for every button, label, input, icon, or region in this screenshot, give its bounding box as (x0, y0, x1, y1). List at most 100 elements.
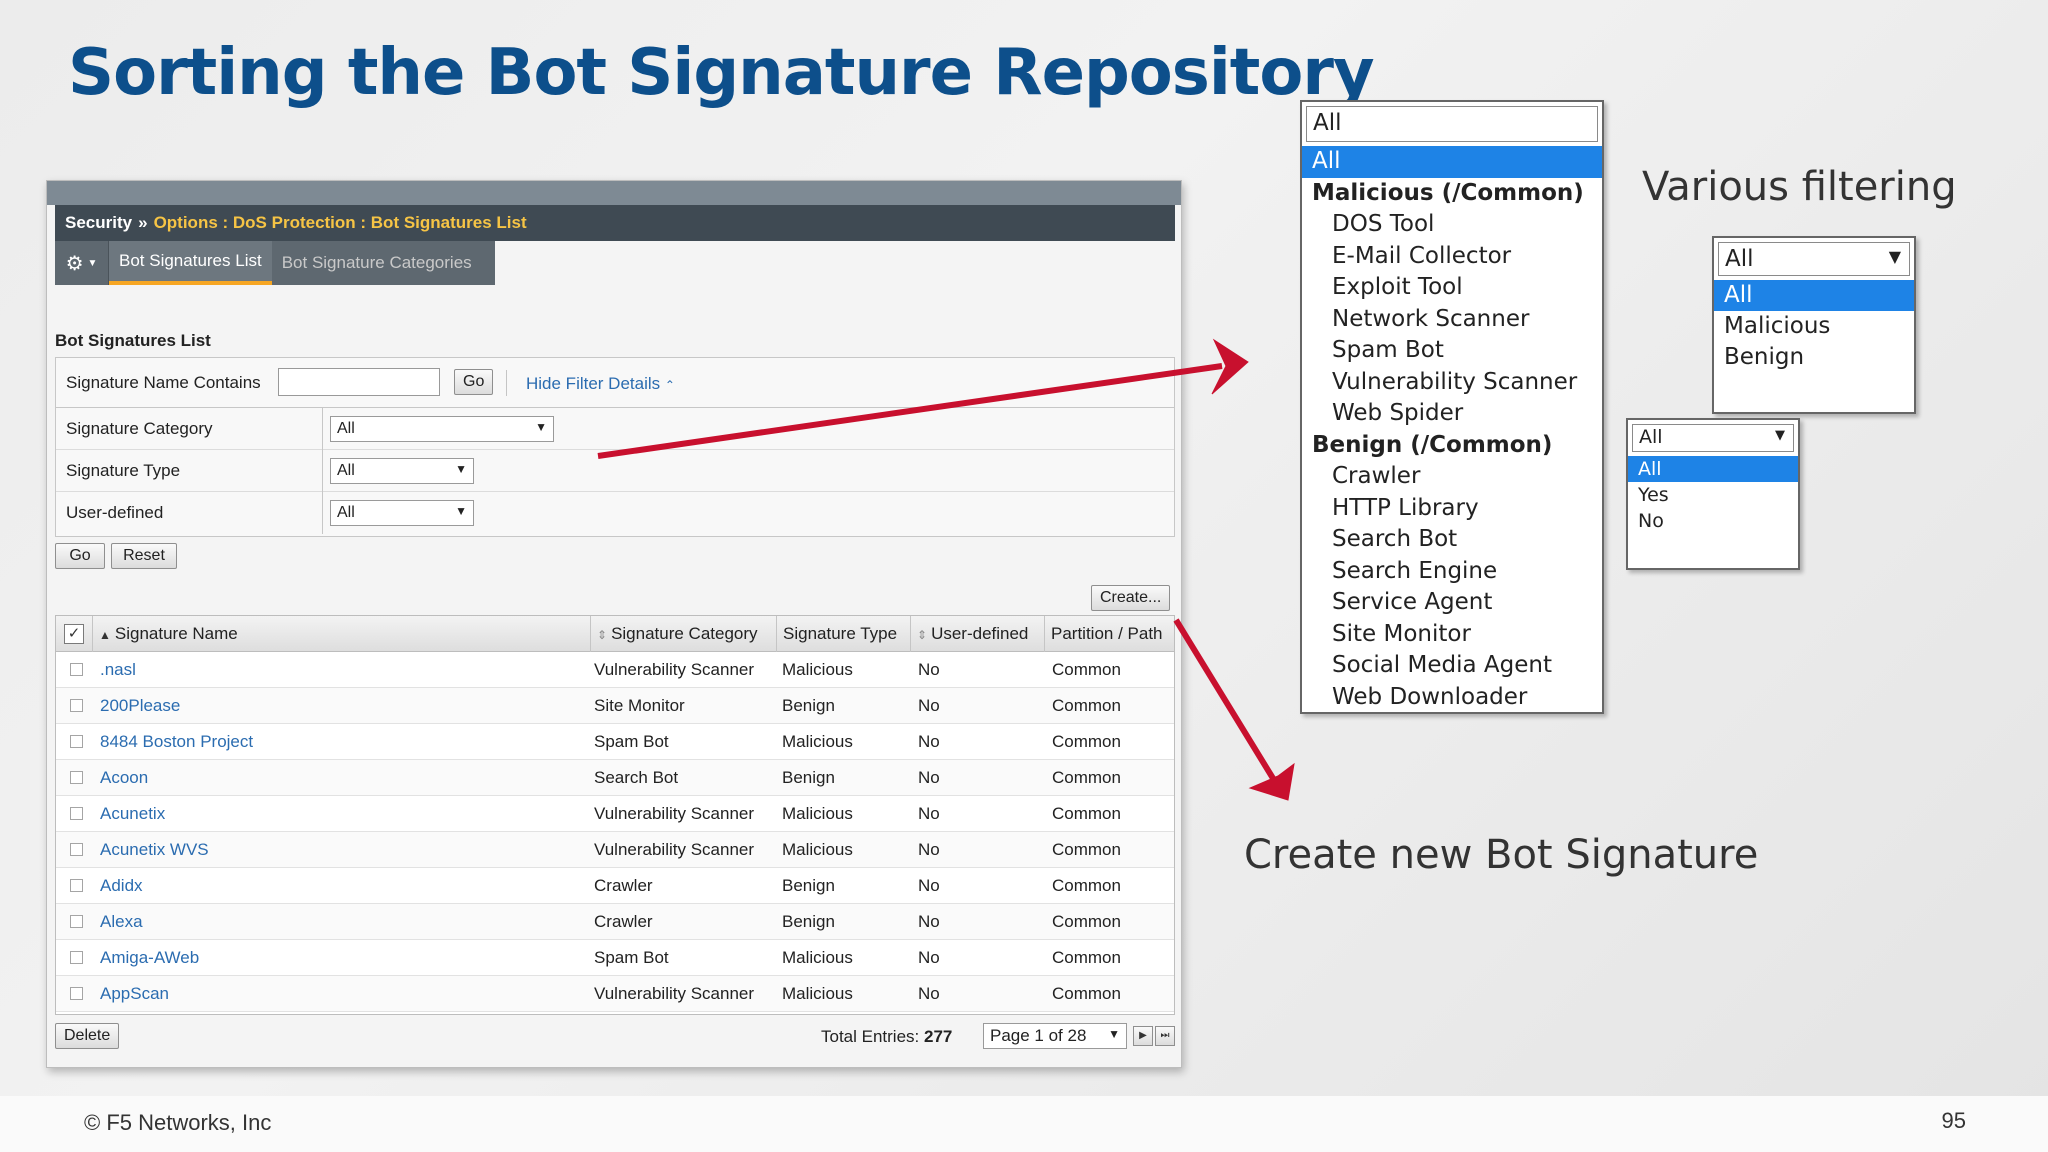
dropdown-option[interactable]: Search Engine (1302, 556, 1602, 588)
breadcrumb-root[interactable]: Security (65, 213, 132, 232)
partition-cell: Common (1052, 984, 1121, 1003)
signature-name-link[interactable]: 8484 Boston Project (100, 732, 253, 752)
column-header-user-defined[interactable]: ⇕ User-defined (910, 616, 1044, 652)
userdef-dropdown-current[interactable]: All ▼ (1632, 424, 1794, 452)
dropdown-option[interactable]: Spam Bot (1302, 335, 1602, 367)
page-select[interactable]: Page 1 of 28 ▼ (983, 1023, 1127, 1049)
gear-menu-button[interactable]: ⚙ ▼ (55, 241, 109, 285)
dropdown-option[interactable]: All (1714, 280, 1914, 311)
table-row: Acunetix WVS Vulnerability Scanner Malicio… (56, 832, 1174, 868)
dropdown-option[interactable]: Exploit Tool (1302, 272, 1602, 304)
category-dropdown-current[interactable]: All (1306, 106, 1598, 142)
signature-category-cell: Spam Bot (594, 948, 669, 967)
type-dropdown-current[interactable]: All ▼ (1718, 242, 1910, 276)
delete-button[interactable]: Delete (55, 1023, 120, 1049)
column-header-partition[interactable]: Partition / Path (1044, 616, 1176, 652)
next-page-button[interactable]: ▶ (1133, 1026, 1153, 1046)
dropdown-option[interactable]: Web Spider (1302, 398, 1602, 430)
signature-type-cell: Benign (782, 696, 835, 715)
signature-name-link[interactable]: Adidx (100, 876, 143, 896)
signature-type-cell: Benign (782, 768, 835, 787)
signature-category-select[interactable]: All ▼ (330, 416, 554, 442)
row-checkbox[interactable] (70, 843, 83, 856)
panel-topbar (47, 181, 1181, 205)
row-checkbox[interactable] (70, 771, 83, 784)
table-row: AppScan Vulnerability Scanner Malicious No C… (56, 976, 1174, 1012)
table-row: Acoon Search Bot Benign No Common (56, 760, 1174, 796)
category-dropdown-options: All Malicious (/Common) DOS Tool E-Mail Col… (1302, 146, 1602, 713)
signature-category-cell: Crawler (594, 876, 653, 895)
row-checkbox[interactable] (70, 987, 83, 1000)
dropdown-option[interactable]: Malicious (/Common) (1302, 178, 1602, 210)
last-page-icon: ⏭ (1160, 1030, 1170, 1041)
dropdown-option[interactable]: E-Mail Collector (1302, 241, 1602, 273)
dropdown-option[interactable]: Web Downloader (1302, 682, 1602, 714)
row-checkbox[interactable] (70, 735, 83, 748)
signature-name-input[interactable] (278, 368, 440, 396)
signature-name-link[interactable]: Amiga-AWeb (100, 948, 199, 968)
table-row: 200Please Site Monitor Benign No Common (56, 688, 1174, 724)
row-checkbox[interactable] (70, 915, 83, 928)
filter-reset-button[interactable]: Reset (111, 543, 177, 569)
signature-name-link[interactable]: AppScan (100, 984, 169, 1004)
dropdown-option[interactable]: Site Monitor (1302, 619, 1602, 651)
type-dropdown-current-label: All (1725, 246, 1754, 272)
dropdown-option[interactable]: Malicious (1714, 311, 1914, 342)
signature-name-link[interactable]: .nasl (100, 660, 136, 680)
column-label: Signature Name (114, 624, 238, 643)
signature-name-link[interactable]: 200Please (100, 696, 180, 716)
filter-name-go-button[interactable]: Go (454, 369, 494, 395)
signature-type-select[interactable]: All ▼ (330, 458, 474, 484)
dropdown-option[interactable]: Crawler (1302, 461, 1602, 493)
table-row: Alexa Crawler Benign No Common (56, 904, 1174, 940)
user-defined-select[interactable]: All ▼ (330, 500, 474, 526)
breadcrumb-path[interactable]: Options : DoS Protection : Bot Signature… (154, 213, 527, 232)
column-header-signature-type[interactable]: Signature Type (776, 616, 910, 652)
row-checkbox[interactable] (70, 951, 83, 964)
tab-bot-signatures-list[interactable]: Bot Signatures List (109, 241, 272, 285)
signature-name-link[interactable]: Acunetix WVS (100, 840, 209, 860)
select-all-checkbox[interactable]: ✓ (64, 624, 84, 644)
signature-name-link[interactable]: Alexa (100, 912, 143, 932)
dropdown-option[interactable]: DOS Tool (1302, 209, 1602, 241)
create-button[interactable]: Create... (1091, 585, 1171, 611)
dropdown-option[interactable]: HTTP Library (1302, 493, 1602, 525)
hide-filter-details-link[interactable]: Hide Filter Details ⌃ (526, 374, 675, 394)
breadcrumb-separator: » (138, 213, 148, 232)
dropdown-option[interactable]: No (1628, 508, 1798, 534)
dropdown-option[interactable]: Yes (1628, 482, 1798, 508)
next-page-icon: ▶ (1139, 1030, 1147, 1041)
signature-name-link[interactable]: Acoon (100, 768, 148, 788)
tab-bot-signature-categories[interactable]: Bot Signature Categories (272, 241, 482, 285)
table-body: .nasl Vulnerability Scanner Malicious No Com… (56, 652, 1174, 1012)
filter-go-button[interactable]: Go (55, 543, 105, 569)
row-checkbox[interactable] (70, 699, 83, 712)
row-checkbox[interactable] (70, 663, 83, 676)
column-header-signature-name[interactable]: ▲ Signature Name (92, 616, 466, 652)
user-defined-cell: No (918, 660, 940, 679)
divider (506, 370, 507, 396)
signature-name-link[interactable]: Acunetix (100, 804, 165, 824)
dropdown-option[interactable]: Network Scanner (1302, 304, 1602, 336)
chevron-down-icon: ▼ (87, 257, 98, 269)
dropdown-option[interactable]: Vulnerability Scanner (1302, 367, 1602, 399)
partition-cell: Common (1052, 804, 1121, 823)
dropdown-option[interactable]: Benign (1714, 342, 1914, 373)
dropdown-option[interactable]: Benign (/Common) (1302, 430, 1602, 462)
divider (322, 450, 323, 492)
row-checkbox[interactable] (70, 879, 83, 892)
table-footer: Delete Total Entries: 277 Page 1 of 28 ▼ … (55, 1023, 1175, 1053)
dropdown-option[interactable]: All (1628, 456, 1798, 482)
row-checkbox[interactable] (70, 807, 83, 820)
dropdown-option[interactable]: All (1302, 146, 1602, 178)
dropdown-option[interactable]: Search Bot (1302, 524, 1602, 556)
last-page-button[interactable]: ⏭ (1155, 1026, 1175, 1046)
table-row: 8484 Boston Project Spam Bot Malicious No Co… (56, 724, 1174, 760)
user-defined-cell: No (918, 840, 940, 859)
dropdown-option[interactable]: Social Media Agent (1302, 650, 1602, 682)
signature-category-cell: Spam Bot (594, 732, 669, 751)
partition-cell: Common (1052, 768, 1121, 787)
column-header-signature-category[interactable]: ⇕ Signature Category (590, 616, 776, 652)
userdef-dropdown-options: All Yes No (1628, 456, 1798, 534)
dropdown-option[interactable]: Service Agent (1302, 587, 1602, 619)
